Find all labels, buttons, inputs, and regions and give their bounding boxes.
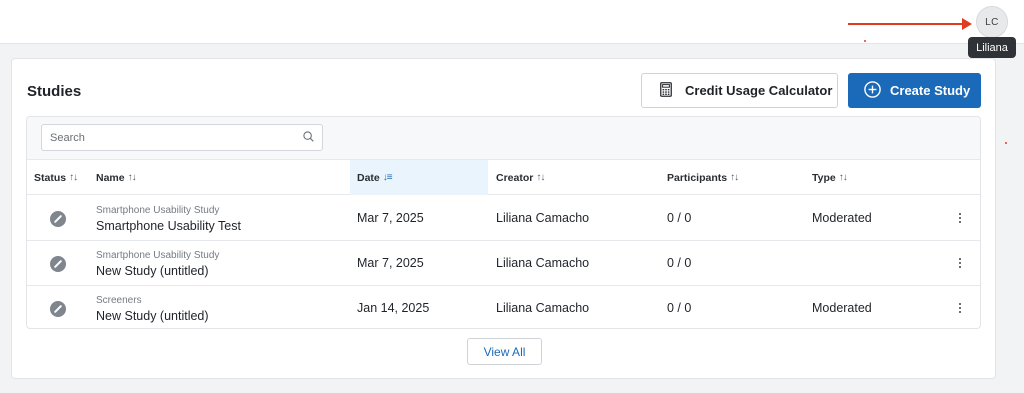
sort-icon: ↑↓ [838,172,848,183]
column-header-status[interactable]: Status ↑↓ [34,160,78,195]
search-box [41,124,323,151]
avatar-initials: LC [985,16,999,28]
search-bar [27,117,980,160]
studies-table: Status ↑↓ Name ↑↓ Date ↓≡ Creator ↑↓ Par… [26,116,981,329]
more-vertical-icon[interactable] [955,209,965,227]
draft-pencil-icon [50,301,66,317]
credit-usage-calculator-button[interactable]: Credit Usage Calculator [641,73,838,108]
avatar-tooltip: Liliana [968,37,1016,58]
table-row[interactable]: Smartphone Usability Study Smartphone Us… [27,196,980,241]
column-header-participants[interactable]: Participants ↑↓ [667,160,739,195]
study-name[interactable]: New Study (untitled) [96,264,209,278]
column-header-date[interactable]: Date ↓≡ [350,160,488,195]
study-project: Screeners [96,295,142,306]
search-icon[interactable] [303,129,314,147]
column-header-label: Status [34,171,67,184]
calculator-icon [660,81,672,100]
study-participants: 0 / 0 [667,301,692,315]
sort-icon: ↑↓ [730,172,739,183]
study-date: Mar 7, 2025 [357,256,424,270]
column-header-creator[interactable]: Creator ↑↓ [496,160,545,195]
study-creator: Liliana Camacho [496,256,590,270]
column-header-label: Date [357,171,380,184]
sort-icon: ↑↓ [536,172,545,183]
credit-usage-calculator-label: Credit Usage Calculator [685,83,833,98]
column-header-label: Name [96,171,125,184]
study-project: Smartphone Usability Study [96,205,220,216]
study-creator: Liliana Camacho [496,301,590,315]
sort-icon: ↑↓ [127,172,137,183]
sort-descending-icon: ↓≡ [382,172,393,183]
column-header-label: Participants [667,171,728,184]
user-avatar[interactable]: LC [976,6,1008,38]
table-row[interactable]: Smartphone Usability Study New Study (un… [27,241,980,286]
column-header-label: Type [812,171,836,184]
study-type: Moderated [812,301,872,315]
study-participants: 0 / 0 [667,256,692,270]
table-row[interactable]: Screeners New Study (untitled) Jan 14, 2… [27,286,980,328]
sort-icon: ↑↓ [69,172,78,183]
study-date: Mar 7, 2025 [357,211,424,225]
page-title: Studies [27,83,82,100]
create-study-label: Create Study [890,83,971,98]
annotation-arrow [848,23,966,25]
study-creator: Liliana Camacho [496,211,590,225]
study-name[interactable]: New Study (untitled) [96,309,209,323]
plus-circle-icon [864,80,881,101]
study-type: Moderated [812,211,872,225]
table-header: Status ↑↓ Name ↑↓ Date ↓≡ Creator ↑↓ Par… [27,160,980,195]
study-name[interactable]: Smartphone Usability Test [96,219,241,233]
annotation-arrow-head [962,18,972,30]
column-header-label: Creator [496,171,534,184]
more-vertical-icon[interactable] [955,254,965,272]
column-header-name[interactable]: Name ↑↓ [96,160,137,195]
column-header-type[interactable]: Type ↑↓ [812,160,848,195]
annotation-dot [864,40,866,42]
more-vertical-icon[interactable] [955,299,965,317]
annotation-dot [1005,142,1007,144]
study-date: Jan 14, 2025 [357,301,430,315]
draft-pencil-icon [50,256,66,272]
top-bar: LC [0,0,1024,44]
search-input[interactable] [50,131,303,144]
study-project: Smartphone Usability Study [96,250,220,261]
studies-card: Studies Credit Usage Calculator Create S… [11,58,996,379]
view-all-button[interactable]: View All [467,338,542,365]
draft-pencil-icon [50,211,66,227]
study-participants: 0 / 0 [667,211,692,225]
create-study-button[interactable]: Create Study [848,73,981,108]
